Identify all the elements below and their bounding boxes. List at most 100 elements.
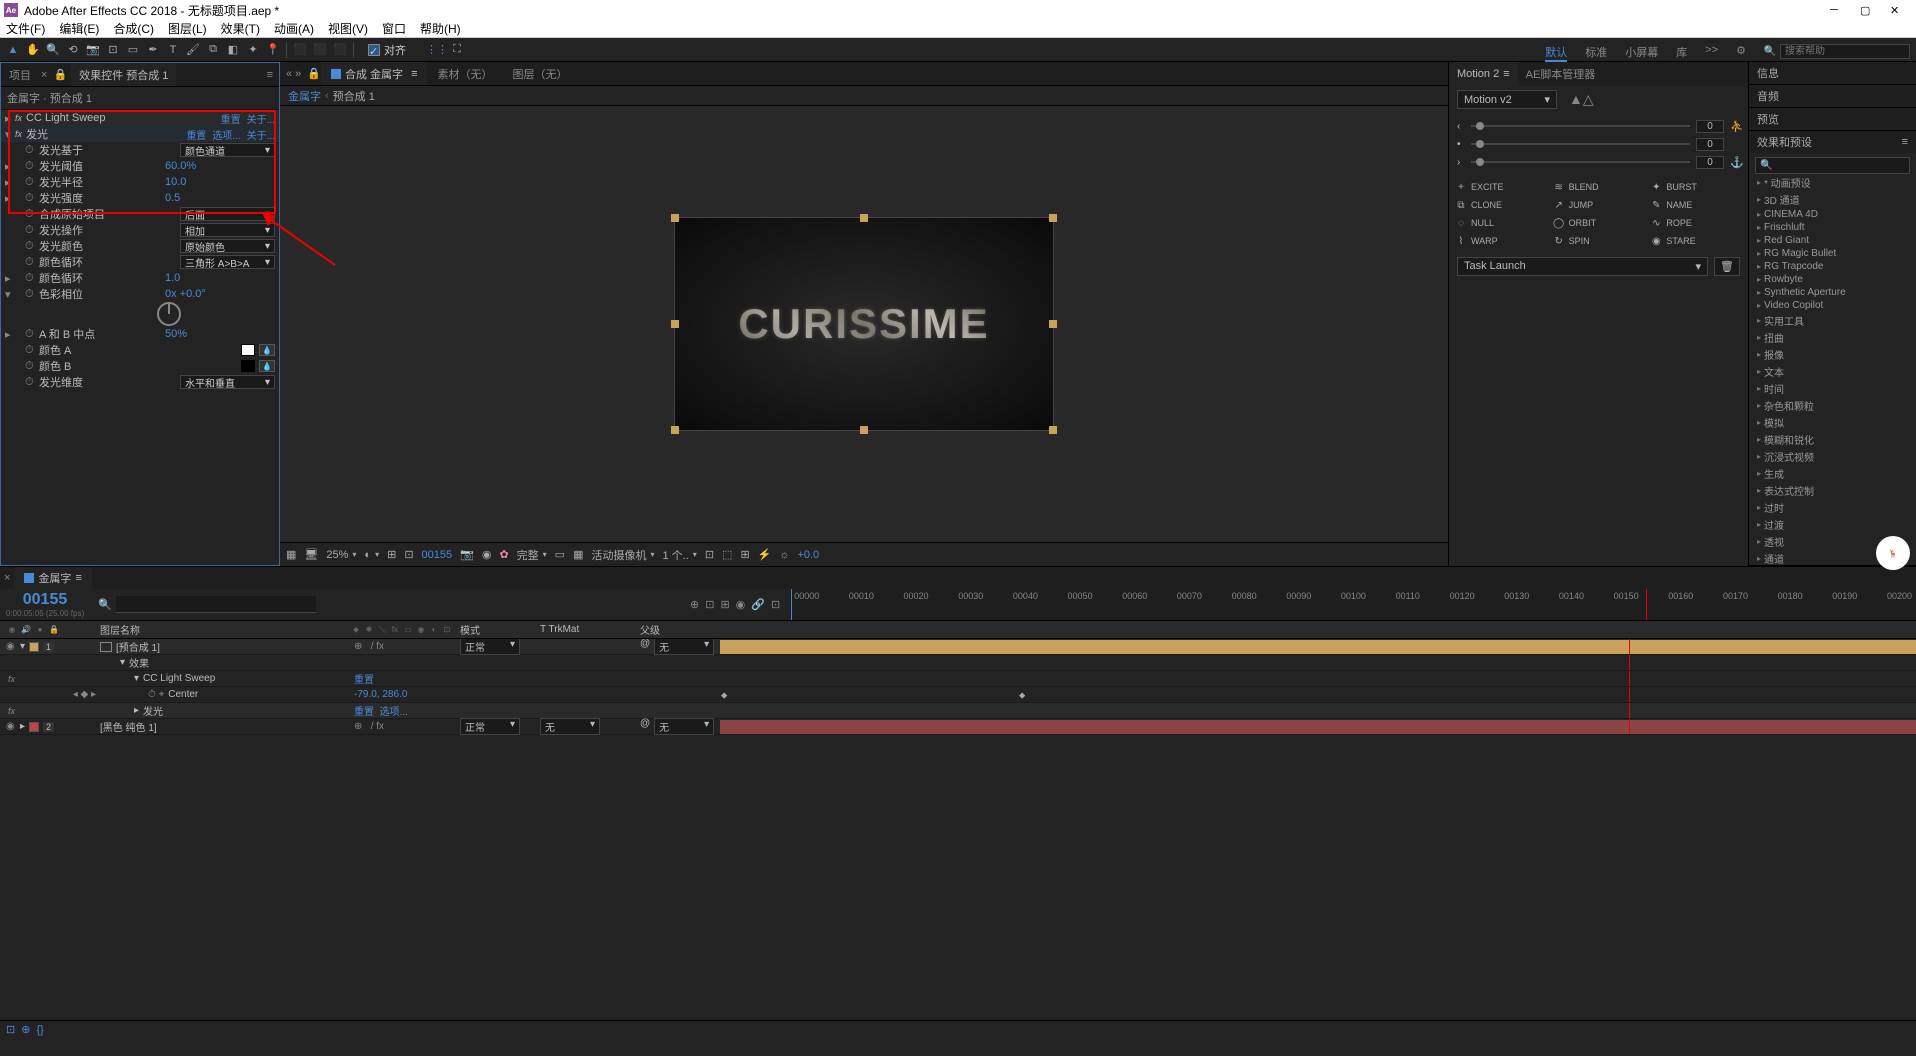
ab-midpoint-value[interactable]: 50%: [165, 328, 275, 340]
tl-tool-icon[interactable]: 🔗: [751, 598, 765, 611]
preset-category[interactable]: ▸报像: [1755, 346, 1910, 363]
rect-tool-icon[interactable]: ▭: [124, 41, 142, 59]
stopwatch-icon[interactable]: ⏱: [25, 176, 37, 189]
monitor-icon[interactable]: 🖥: [304, 548, 318, 561]
stopwatch-icon[interactable]: ⏱: [25, 144, 37, 157]
camera-dropdown[interactable]: 活动摄像机: [591, 547, 654, 563]
blend-button[interactable]: ≋BLEND: [1553, 181, 1645, 193]
footage-tab[interactable]: 素材（无）: [427, 62, 502, 85]
layer-fx-glow[interactable]: fx ▸发光 重置 选项...: [0, 703, 1916, 719]
comp-nav-arrows[interactable]: « »: [280, 68, 307, 80]
color-loop-dropdown[interactable]: 三角形 A>B>A▾: [180, 255, 275, 269]
glow-intensity-value[interactable]: 0.5: [165, 192, 275, 204]
preset-category[interactable]: ▸Frischluft: [1755, 221, 1910, 234]
panel-menu-icon[interactable]: ≡: [261, 69, 279, 81]
options-link[interactable]: 选项...: [212, 127, 240, 142]
tl-tool-icon[interactable]: ⊞: [720, 598, 729, 611]
spin-button[interactable]: ↻SPIN: [1553, 235, 1645, 247]
orbit-tool-icon[interactable]: ⟲: [64, 41, 82, 59]
tl-close-icon[interactable]: ×: [0, 572, 14, 584]
stopwatch-icon[interactable]: ⏱: [25, 224, 37, 237]
preset-category[interactable]: ▸扭曲: [1755, 329, 1910, 346]
layer-row-2[interactable]: ◉▸2 [黑色 纯色 1] ⊕ / fx 正常▾ 无▾ @无▾: [0, 719, 1916, 735]
burst-button[interactable]: ✦BURST: [1650, 181, 1742, 193]
handle-bl[interactable]: [671, 426, 679, 434]
keyframe-icon[interactable]: ⬥: [1019, 690, 1025, 701]
menu-composition[interactable]: 合成(C): [113, 20, 154, 37]
excite-button[interactable]: +EXCITE: [1455, 181, 1547, 193]
maximize-button[interactable]: ▢: [1860, 4, 1872, 16]
timeline-comp-tab[interactable]: 金属字≡: [14, 567, 91, 589]
jump-button[interactable]: ↗JUMP: [1553, 199, 1645, 211]
canvas[interactable]: CURISSIME: [674, 217, 1054, 431]
preset-category[interactable]: ▸Red Giant: [1755, 234, 1910, 247]
motion-slider-mid[interactable]: •0: [1457, 135, 1740, 153]
handle-ml[interactable]: [671, 320, 679, 328]
eraser-tool-icon[interactable]: ◧: [224, 41, 242, 59]
trash-button[interactable]: 🗑: [1714, 257, 1740, 276]
blend-mode-dropdown[interactable]: 正常▾: [460, 718, 520, 735]
workspace-settings-icon[interactable]: ⚙: [1736, 44, 1746, 62]
help-search-input[interactable]: [1780, 44, 1910, 59]
hand-tool-icon[interactable]: ✋: [24, 41, 42, 59]
effects-presets-header[interactable]: 效果和预设≡: [1749, 131, 1916, 153]
clone-button[interactable]: ⧉CLONE: [1455, 199, 1547, 211]
preset-category[interactable]: ▸过时: [1755, 499, 1910, 516]
view-axis-icon[interactable]: ⬛: [331, 41, 349, 59]
warp-button[interactable]: ⌇WARP: [1455, 235, 1547, 247]
guides-icon[interactable]: ⊡: [404, 548, 413, 561]
color-loops-value[interactable]: 1.0: [165, 272, 275, 284]
motion-preset-dropdown[interactable]: Motion v2▾: [1457, 90, 1557, 109]
glow-dim-dropdown[interactable]: 水平和垂直▾: [180, 375, 275, 389]
orbit-button[interactable]: ◯ORBIT: [1553, 217, 1645, 229]
pickwhip-icon[interactable]: @: [640, 639, 650, 655]
solo-col-icon[interactable]: ●: [34, 624, 46, 636]
snap-toggle[interactable]: ✓对齐: [368, 42, 406, 58]
preset-category[interactable]: ▸模糊和锐化: [1755, 431, 1910, 448]
handle-mr[interactable]: [1049, 320, 1057, 328]
layer-effects-group[interactable]: ▾效果: [0, 655, 1916, 671]
resolution-dropdown[interactable]: 完整: [517, 547, 547, 563]
eye-icon[interactable]: ◉: [6, 721, 16, 732]
composite-dropdown[interactable]: 后面▾: [180, 207, 275, 221]
reset-link[interactable]: 重置: [186, 127, 206, 142]
exposure-icon[interactable]: ☼: [779, 549, 789, 561]
alpha-icon[interactable]: ▦: [286, 548, 296, 561]
layer-color-swatch[interactable]: [29, 722, 39, 732]
motion-slider-in[interactable]: ‹0⛹: [1457, 117, 1740, 135]
timeline-search-input[interactable]: [116, 596, 316, 613]
blend-mode-dropdown[interactable]: 正常▾: [460, 639, 520, 655]
menu-view[interactable]: 视图(V): [328, 20, 368, 37]
name-button[interactable]: ✎NAME: [1650, 199, 1742, 211]
null-button[interactable]: ◌NULL: [1455, 217, 1547, 229]
preset-category[interactable]: ▸RG Magic Bullet: [1755, 247, 1910, 260]
audio-panel-header[interactable]: 音频: [1749, 85, 1916, 107]
preset-category[interactable]: ▸杂色和颗粒: [1755, 397, 1910, 414]
stopwatch-icon[interactable]: ⏱: [25, 192, 37, 205]
handle-tr[interactable]: [1049, 214, 1057, 222]
preset-category[interactable]: ▸模拟: [1755, 414, 1910, 431]
eyedropper-icon[interactable]: 💧: [259, 360, 275, 372]
stare-button[interactable]: ◉STARE: [1650, 235, 1742, 247]
status-icon[interactable]: ⊡: [6, 1023, 15, 1036]
shutter-icon[interactable]: ⊡: [705, 548, 714, 561]
current-time[interactable]: 00155 0:00:05:05 (25.00 fps): [0, 591, 90, 618]
minimize-button[interactable]: ─: [1830, 4, 1842, 16]
audio-col-icon[interactable]: 🔊: [20, 624, 32, 636]
layer-fx-center[interactable]: ◂ ◆ ▸ ⏱ ⌖ Center -79.0, 286.0 ⬥⬥: [0, 687, 1916, 703]
stopwatch-icon[interactable]: ⏱: [25, 344, 37, 357]
menu-edit[interactable]: 编辑(E): [59, 20, 99, 37]
3d-icon[interactable]: ⬚: [722, 548, 732, 561]
preset-category[interactable]: ▸过渡: [1755, 516, 1910, 533]
script-manager-tab[interactable]: AE脚本管理器: [1518, 62, 1604, 86]
preview-panel-header[interactable]: 预览: [1749, 108, 1916, 130]
composition-viewer[interactable]: CURISSIME: [280, 106, 1448, 542]
camera-tool-icon[interactable]: 📷: [84, 41, 102, 59]
bc-comp[interactable]: 金属字: [288, 88, 321, 104]
phase-dial[interactable]: [157, 302, 181, 326]
tl-tool-icon[interactable]: ◉: [736, 598, 746, 611]
current-time-indicator[interactable]: [1646, 589, 1647, 620]
stopwatch-icon[interactable]: ⏱: [25, 160, 37, 173]
exposure-value[interactable]: +0.0: [797, 549, 819, 561]
fx-glow-header[interactable]: ▾ fx 发光 重置 选项... 关于...: [1, 126, 279, 142]
